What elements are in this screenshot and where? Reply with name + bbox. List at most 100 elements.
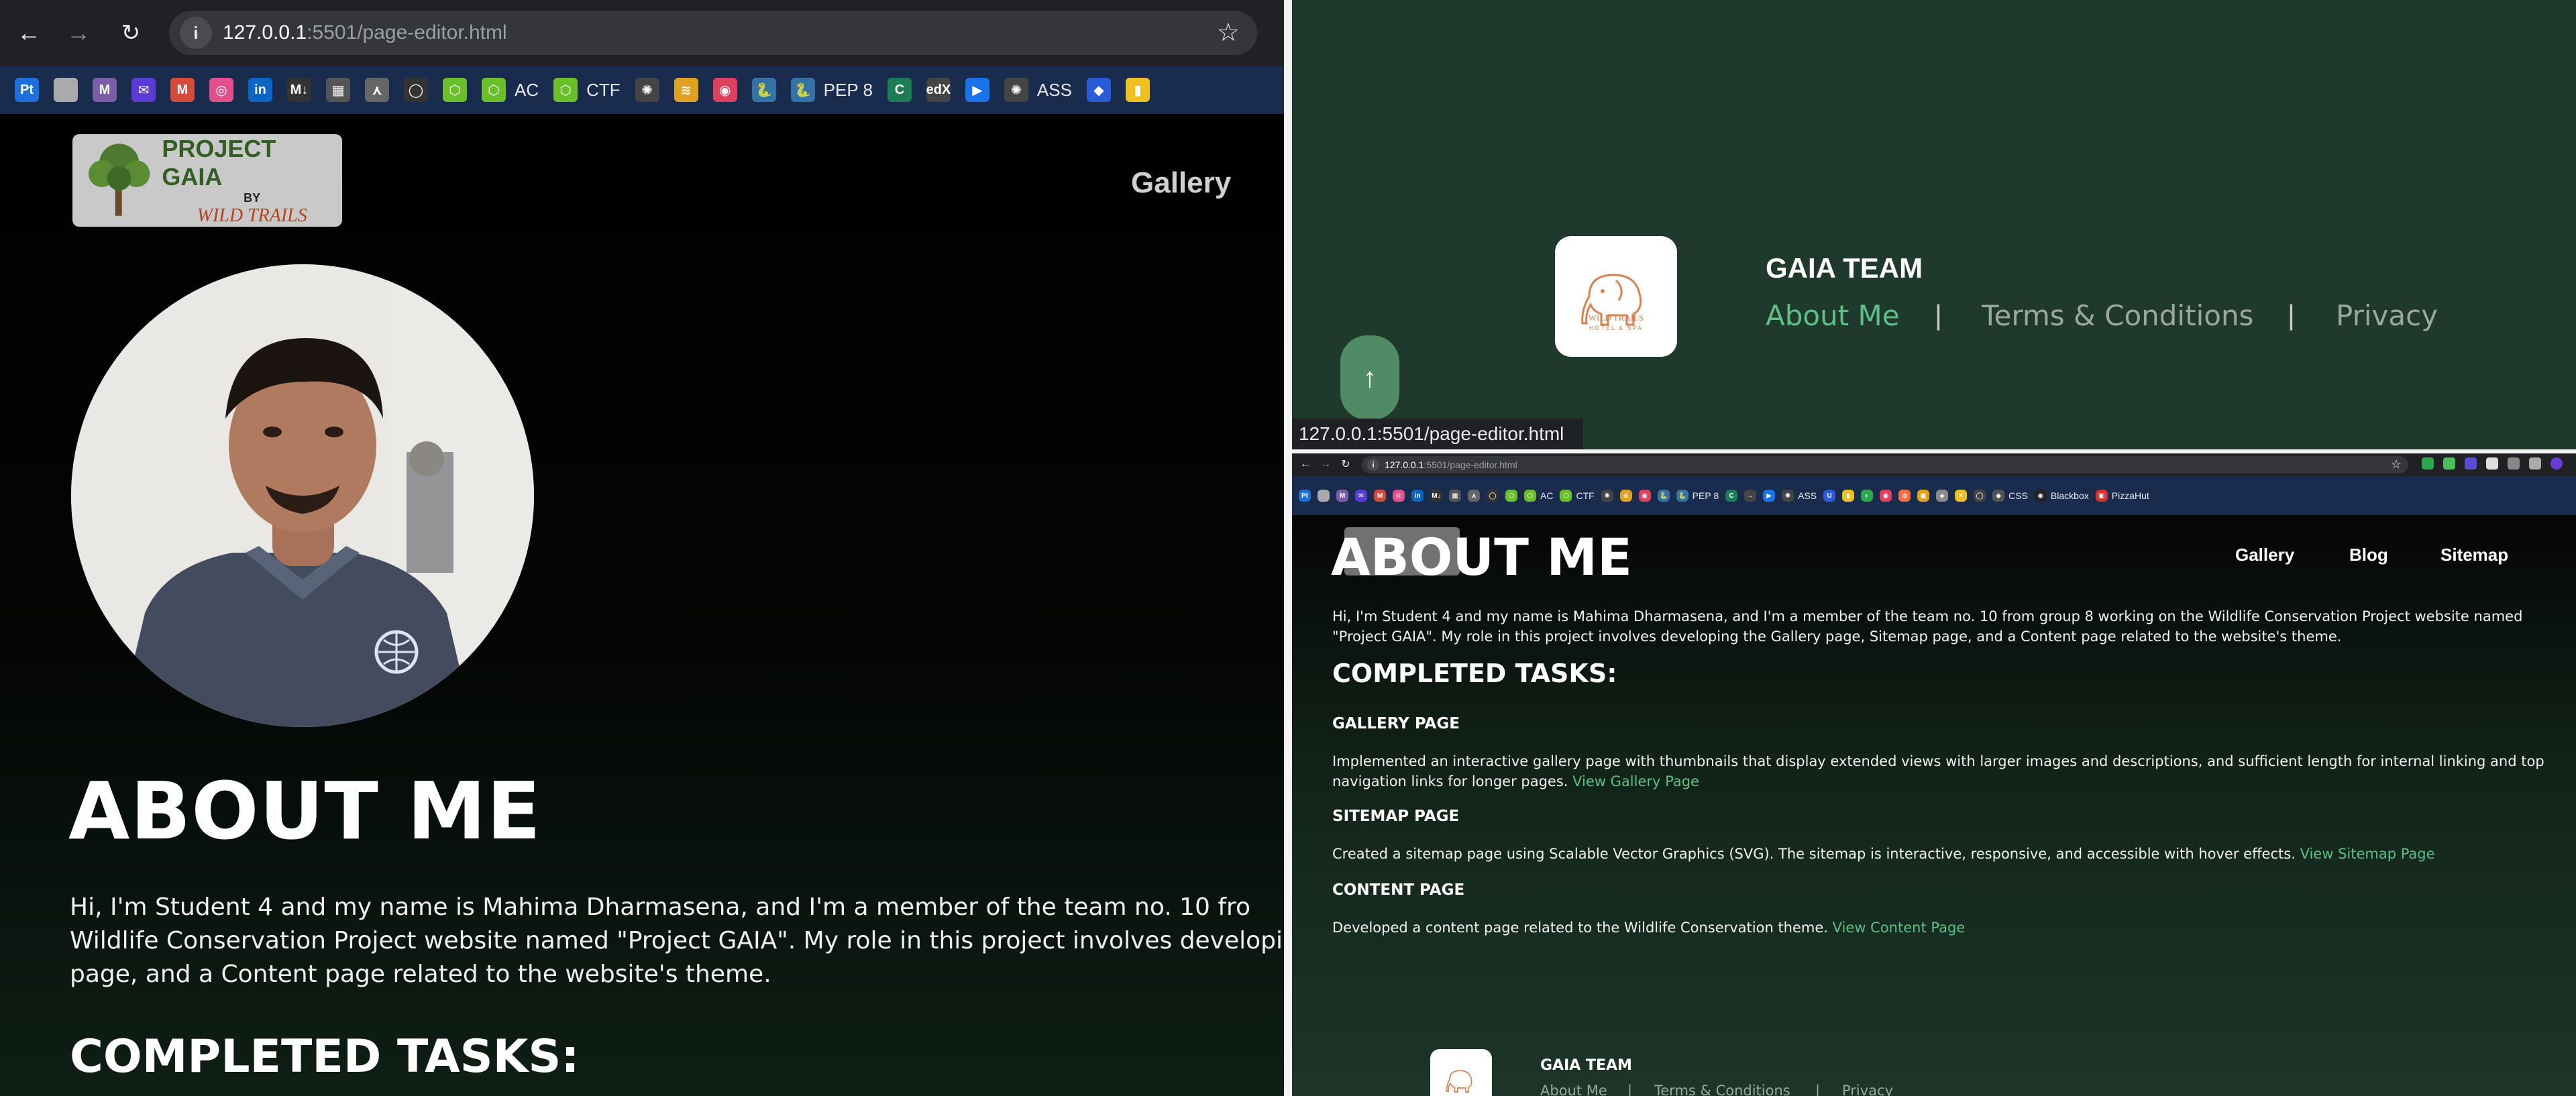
bookmark-item[interactable]: ▶ [1763, 490, 1776, 502]
bookmark-item[interactable]: M [93, 78, 117, 102]
footer-link-terms[interactable]: Terms & Conditions [1654, 1083, 1790, 1096]
view-gallery-link[interactable]: View Gallery Page [1572, 773, 1699, 789]
sidebar-icon[interactable] [2529, 457, 2541, 470]
bookmark-item[interactable]: ▮ [1842, 490, 1855, 502]
reload-icon[interactable]: ↻ [115, 17, 146, 48]
site-logo[interactable]: PROJECT GAIA BY WILD TRAILS [72, 134, 342, 227]
bookmark-item[interactable]: ⬡ AC [1524, 490, 1553, 502]
bookmark-item[interactable]: ✺ [635, 78, 659, 102]
extensions-icon[interactable] [2508, 457, 2520, 470]
bookmark-item[interactable]: ≋ [674, 78, 698, 102]
bookmark-item[interactable]: ◉ [1880, 490, 1892, 502]
profile-icon[interactable] [2551, 457, 2563, 470]
back-icon[interactable]: ← [13, 17, 44, 48]
bookmark-item[interactable]: 🐍 PEP 8 [1676, 490, 1719, 502]
bookmark-item[interactable]: 🐍 [1657, 490, 1670, 502]
bookmark-item[interactable]: ≋ [1619, 490, 1632, 502]
bookmark-item[interactable]: Pt [1299, 490, 1311, 502]
bookmark-item[interactable]: ◆ [1086, 78, 1111, 102]
bookmark-star-icon[interactable]: ☆ [1217, 17, 1240, 48]
bookmark-item[interactable]: ◆ CSS [1992, 490, 2028, 502]
bookmark-item[interactable]: C [887, 78, 912, 102]
bookmark-item[interactable] [54, 78, 78, 102]
bookmark-item[interactable]: ✺ ASS [1004, 78, 1072, 102]
bookmark-item[interactable]: ⬡ [1505, 490, 1517, 502]
bookmark-item[interactable]: ✕ [1955, 490, 1968, 502]
extension-icon[interactable] [2465, 457, 2477, 470]
bookmark-item[interactable]: ▶ [965, 78, 989, 102]
bookmark-item[interactable]: ▦ [1449, 490, 1461, 502]
bookmark-item[interactable]: edX [926, 78, 951, 102]
forward-icon[interactable]: → [1319, 457, 1332, 471]
footer-link-about[interactable]: About Me [1540, 1083, 1607, 1096]
bookmark-item[interactable]: ◈ [1936, 490, 1949, 502]
bookmark-item[interactable]: ✉ [131, 78, 156, 102]
bookmark-item[interactable]: Pt [15, 78, 39, 102]
bookmark-item[interactable]: ▮ [1125, 78, 1150, 102]
nav-sitemap-link[interactable]: Sitemap [2440, 545, 2508, 565]
bookmark-item[interactable]: ◉ Blackbox [2034, 490, 2089, 502]
footer-link-privacy[interactable]: Privacy [1842, 1083, 1893, 1096]
reload-icon[interactable]: ↻ [1339, 457, 1352, 471]
site-info-icon[interactable]: i [1367, 459, 1379, 471]
extension-icon[interactable] [2422, 457, 2434, 470]
bookmark-item[interactable]: ✉ [1355, 490, 1367, 502]
bookmark-item[interactable]: M [170, 78, 195, 102]
bookmark-item[interactable]: C [1725, 490, 1738, 502]
bookmark-star-icon[interactable]: ☆ [2391, 457, 2402, 472]
bookmark-item[interactable]: M [1336, 490, 1348, 502]
bookmark-item[interactable]: ✺ [1601, 490, 1613, 502]
forward-icon[interactable]: → [63, 17, 94, 48]
view-sitemap-link[interactable]: View Sitemap Page [2300, 846, 2435, 862]
bookmark-item[interactable]: M↓ [1430, 490, 1442, 502]
bookmark-item[interactable]: ◐ [1861, 490, 1874, 502]
bookmark-item[interactable]: ◉ [712, 78, 737, 102]
bookmark-item[interactable]: ⋏ [365, 78, 389, 102]
bookmark-icon: edX [926, 78, 951, 102]
footer-link-about[interactable]: About Me [1766, 299, 1900, 332]
bookmark-item[interactable]: ◎ [1393, 490, 1405, 502]
bookmark-item[interactable]: ◍ [1898, 490, 1911, 502]
bookmark-item[interactable]: ◯ [1487, 490, 1499, 502]
bookmark-item[interactable]: in [1411, 490, 1424, 502]
bookmark-item[interactable]: ⬡ CTF [553, 78, 621, 102]
bookmark-item[interactable]: in [248, 78, 272, 102]
bookmark-item[interactable]: U [1823, 490, 1836, 502]
footer-link-terms[interactable]: Terms & Conditions [1982, 299, 2253, 332]
address-bar[interactable]: i 127.0.0.1:5501/page-editor.html ☆ [1362, 456, 2408, 474]
menu-icon[interactable]: ⋮ [2572, 457, 2576, 470]
bookmark-item[interactable]: ◎ [209, 78, 233, 102]
extension-icon[interactable] [2443, 457, 2455, 470]
bookmark-item[interactable]: M [1374, 490, 1386, 502]
bookmark-item[interactable]: ◯ [404, 78, 428, 102]
address-bar[interactable]: i 127.0.0.1:5501/page-editor.html ☆ [169, 11, 1257, 55]
bookmark-icon: ▣ [1917, 490, 1930, 502]
nav-blog-link[interactable]: Blog [2349, 545, 2388, 565]
bookmark-item[interactable]: 🐍 PEP 8 [790, 78, 873, 102]
footer-logo[interactable] [1430, 1049, 1492, 1096]
bookmark-item[interactable]: ⬡ CTF [1560, 490, 1595, 502]
scroll-to-top-button[interactable]: ↑ [1340, 335, 1399, 420]
bookmark-item[interactable]: ⋏ [1468, 490, 1480, 502]
site-info-icon[interactable]: i [180, 17, 212, 49]
bookmark-item[interactable]: 🐍 [751, 78, 776, 102]
extension-icon[interactable] [2486, 457, 2498, 470]
bookmark-item[interactable]: ▣ [1917, 490, 1930, 502]
bookmark-item[interactable]: ▣ PizzaHut [2095, 490, 2149, 502]
bookmark-label: Blackbox [2050, 490, 2089, 501]
bookmark-item[interactable]: → [1744, 490, 1757, 502]
bookmark-item[interactable] [1318, 490, 1330, 502]
bookmark-item[interactable]: ◯ [1974, 490, 1986, 502]
footer-logo[interactable]: WILD TRAILS HOTEL & SPA [1555, 236, 1677, 357]
nav-gallery-link[interactable]: Gallery [2235, 545, 2294, 565]
bookmark-item[interactable]: ◉ [1638, 490, 1651, 502]
bookmark-item[interactable]: ⬡ [443, 78, 467, 102]
footer-link-privacy[interactable]: Privacy [2336, 299, 2438, 332]
view-content-link[interactable]: View Content Page [1833, 920, 1966, 936]
nav-gallery-link[interactable]: Gallery [1131, 166, 1231, 200]
back-icon[interactable]: ← [1299, 457, 1312, 471]
bookmark-item[interactable]: ⬡ AC [482, 78, 539, 102]
bookmark-item[interactable]: ✺ ASS [1782, 490, 1817, 502]
bookmark-item[interactable]: M↓ [287, 78, 311, 102]
bookmark-item[interactable]: ▦ [326, 78, 350, 102]
